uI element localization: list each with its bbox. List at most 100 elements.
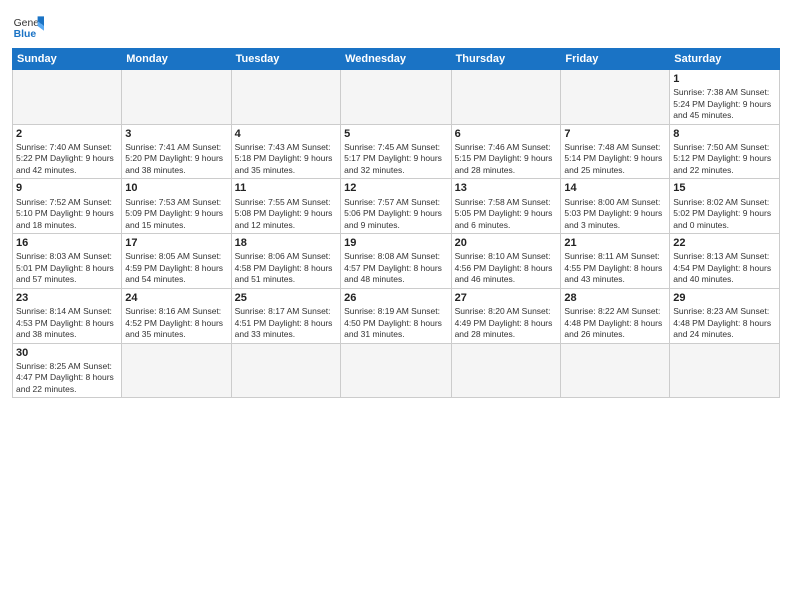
calendar-cell: 29Sunrise: 8:23 AM Sunset: 4:48 PM Dayli… — [670, 288, 780, 343]
calendar-cell: 30Sunrise: 8:25 AM Sunset: 4:47 PM Dayli… — [13, 343, 122, 398]
day-info: Sunrise: 7:52 AM Sunset: 5:10 PM Dayligh… — [16, 197, 118, 231]
weekday-header-thursday: Thursday — [451, 49, 561, 70]
day-info: Sunrise: 7:43 AM Sunset: 5:18 PM Dayligh… — [235, 142, 337, 176]
day-info: Sunrise: 8:22 AM Sunset: 4:48 PM Dayligh… — [564, 306, 666, 340]
calendar-cell: 28Sunrise: 8:22 AM Sunset: 4:48 PM Dayli… — [561, 288, 670, 343]
calendar-cell — [451, 70, 561, 125]
day-info: Sunrise: 7:46 AM Sunset: 5:15 PM Dayligh… — [455, 142, 558, 176]
day-number: 16 — [16, 236, 118, 250]
day-info: Sunrise: 7:38 AM Sunset: 5:24 PM Dayligh… — [673, 87, 776, 121]
day-number: 9 — [16, 181, 118, 195]
calendar-cell — [561, 343, 670, 398]
calendar-cell: 27Sunrise: 8:20 AM Sunset: 4:49 PM Dayli… — [451, 288, 561, 343]
day-number: 10 — [125, 181, 227, 195]
calendar-week-3: 9 Sunrise: 7:52 AM Sunset: 5:10 PM Daylig… — [13, 179, 780, 234]
calendar-cell: 26Sunrise: 8:19 AM Sunset: 4:50 PM Dayli… — [341, 288, 451, 343]
day-number: 11 — [235, 181, 337, 195]
calendar-cell: 17Sunrise: 8:05 AM Sunset: 4:59 PM Dayli… — [122, 234, 231, 289]
day-number: 19 — [344, 236, 447, 250]
day-number: 2 — [16, 127, 118, 141]
calendar-week-2: 2Sunrise: 7:40 AM Sunset: 5:22 PM Daylig… — [13, 124, 780, 179]
calendar-cell: 23Sunrise: 8:14 AM Sunset: 4:53 PM Dayli… — [13, 288, 122, 343]
logo-icon: General Blue — [12, 10, 44, 42]
calendar: SundayMondayTuesdayWednesdayThursdayFrid… — [12, 48, 780, 398]
calendar-cell: 13 Sunrise: 7:58 AM Sunset: 5:05 PM Dayli… — [451, 179, 561, 234]
day-info: Sunrise: 8:05 AM Sunset: 4:59 PM Dayligh… — [125, 251, 227, 285]
day-info: Sunrise: 8:23 AM Sunset: 4:48 PM Dayligh… — [673, 306, 776, 340]
day-info: Sunrise: 8:08 AM Sunset: 4:57 PM Dayligh… — [344, 251, 447, 285]
day-info: Sunrise: 7:50 AM Sunset: 5:12 PM Dayligh… — [673, 142, 776, 176]
calendar-cell — [231, 343, 340, 398]
day-number: 29 — [673, 291, 776, 305]
day-info: Sunrise: 8:20 AM Sunset: 4:49 PM Dayligh… — [455, 306, 558, 340]
calendar-cell: 9 Sunrise: 7:52 AM Sunset: 5:10 PM Daylig… — [13, 179, 122, 234]
day-info: Sunrise: 7:40 AM Sunset: 5:22 PM Dayligh… — [16, 142, 118, 176]
weekday-header-wednesday: Wednesday — [341, 49, 451, 70]
weekday-header-row: SundayMondayTuesdayWednesdayThursdayFrid… — [13, 49, 780, 70]
calendar-cell: 12 Sunrise: 7:57 AM Sunset: 5:06 PM Dayli… — [341, 179, 451, 234]
calendar-cell: 19Sunrise: 8:08 AM Sunset: 4:57 PM Dayli… — [341, 234, 451, 289]
weekday-header-friday: Friday — [561, 49, 670, 70]
calendar-cell — [341, 70, 451, 125]
day-number: 25 — [235, 291, 337, 305]
day-number: 18 — [235, 236, 337, 250]
calendar-cell: 24Sunrise: 8:16 AM Sunset: 4:52 PM Dayli… — [122, 288, 231, 343]
day-info: Sunrise: 7:58 AM Sunset: 5:05 PM Dayligh… — [455, 197, 558, 231]
day-number: 8 — [673, 127, 776, 141]
day-info: Sunrise: 8:25 AM Sunset: 4:47 PM Dayligh… — [16, 361, 118, 395]
calendar-cell — [451, 343, 561, 398]
page: General Blue SundayMondayTuesdayWednesda… — [0, 0, 792, 612]
day-number: 26 — [344, 291, 447, 305]
day-number: 24 — [125, 291, 227, 305]
header: General Blue — [12, 10, 780, 42]
calendar-cell: 22Sunrise: 8:13 AM Sunset: 4:54 PM Dayli… — [670, 234, 780, 289]
calendar-cell: 4Sunrise: 7:43 AM Sunset: 5:18 PM Daylig… — [231, 124, 340, 179]
day-number: 21 — [564, 236, 666, 250]
calendar-cell — [13, 70, 122, 125]
day-info: Sunrise: 8:14 AM Sunset: 4:53 PM Dayligh… — [16, 306, 118, 340]
day-number: 14 — [564, 181, 666, 195]
calendar-week-4: 16Sunrise: 8:03 AM Sunset: 5:01 PM Dayli… — [13, 234, 780, 289]
weekday-header-sunday: Sunday — [13, 49, 122, 70]
day-number: 30 — [16, 346, 118, 360]
day-number: 15 — [673, 181, 776, 195]
weekday-header-saturday: Saturday — [670, 49, 780, 70]
logo: General Blue — [12, 10, 44, 42]
day-number: 22 — [673, 236, 776, 250]
calendar-week-6: 30Sunrise: 8:25 AM Sunset: 4:47 PM Dayli… — [13, 343, 780, 398]
day-number: 28 — [564, 291, 666, 305]
calendar-cell: 21Sunrise: 8:11 AM Sunset: 4:55 PM Dayli… — [561, 234, 670, 289]
day-info: Sunrise: 7:55 AM Sunset: 5:08 PM Dayligh… — [235, 197, 337, 231]
day-info: Sunrise: 8:11 AM Sunset: 4:55 PM Dayligh… — [564, 251, 666, 285]
calendar-cell: 15Sunrise: 8:02 AM Sunset: 5:02 PM Dayli… — [670, 179, 780, 234]
calendar-cell — [561, 70, 670, 125]
day-info: Sunrise: 8:10 AM Sunset: 4:56 PM Dayligh… — [455, 251, 558, 285]
day-info: Sunrise: 8:03 AM Sunset: 5:01 PM Dayligh… — [16, 251, 118, 285]
day-info: Sunrise: 8:06 AM Sunset: 4:58 PM Dayligh… — [235, 251, 337, 285]
day-info: Sunrise: 7:41 AM Sunset: 5:20 PM Dayligh… — [125, 142, 227, 176]
svg-text:Blue: Blue — [14, 29, 37, 40]
day-info: Sunrise: 7:53 AM Sunset: 5:09 PM Dayligh… — [125, 197, 227, 231]
day-info: Sunrise: 7:57 AM Sunset: 5:06 PM Dayligh… — [344, 197, 447, 231]
day-number: 12 — [344, 181, 447, 195]
day-number: 13 — [455, 181, 558, 195]
calendar-cell: 18Sunrise: 8:06 AM Sunset: 4:58 PM Dayli… — [231, 234, 340, 289]
day-number: 4 — [235, 127, 337, 141]
day-number: 3 — [125, 127, 227, 141]
calendar-cell — [341, 343, 451, 398]
day-info: Sunrise: 8:19 AM Sunset: 4:50 PM Dayligh… — [344, 306, 447, 340]
day-number: 17 — [125, 236, 227, 250]
calendar-cell: 11 Sunrise: 7:55 AM Sunset: 5:08 PM Dayli… — [231, 179, 340, 234]
calendar-cell: 8Sunrise: 7:50 AM Sunset: 5:12 PM Daylig… — [670, 124, 780, 179]
calendar-cell — [122, 343, 231, 398]
weekday-header-tuesday: Tuesday — [231, 49, 340, 70]
day-number: 23 — [16, 291, 118, 305]
calendar-cell: 6Sunrise: 7:46 AM Sunset: 5:15 PM Daylig… — [451, 124, 561, 179]
calendar-cell: 10 Sunrise: 7:53 AM Sunset: 5:09 PM Dayli… — [122, 179, 231, 234]
calendar-week-1: 1Sunrise: 7:38 AM Sunset: 5:24 PM Daylig… — [13, 70, 780, 125]
day-number: 1 — [673, 72, 776, 86]
day-info: Sunrise: 7:45 AM Sunset: 5:17 PM Dayligh… — [344, 142, 447, 176]
calendar-cell: 14Sunrise: 8:00 AM Sunset: 5:03 PM Dayli… — [561, 179, 670, 234]
day-info: Sunrise: 7:48 AM Sunset: 5:14 PM Dayligh… — [564, 142, 666, 176]
day-number: 20 — [455, 236, 558, 250]
